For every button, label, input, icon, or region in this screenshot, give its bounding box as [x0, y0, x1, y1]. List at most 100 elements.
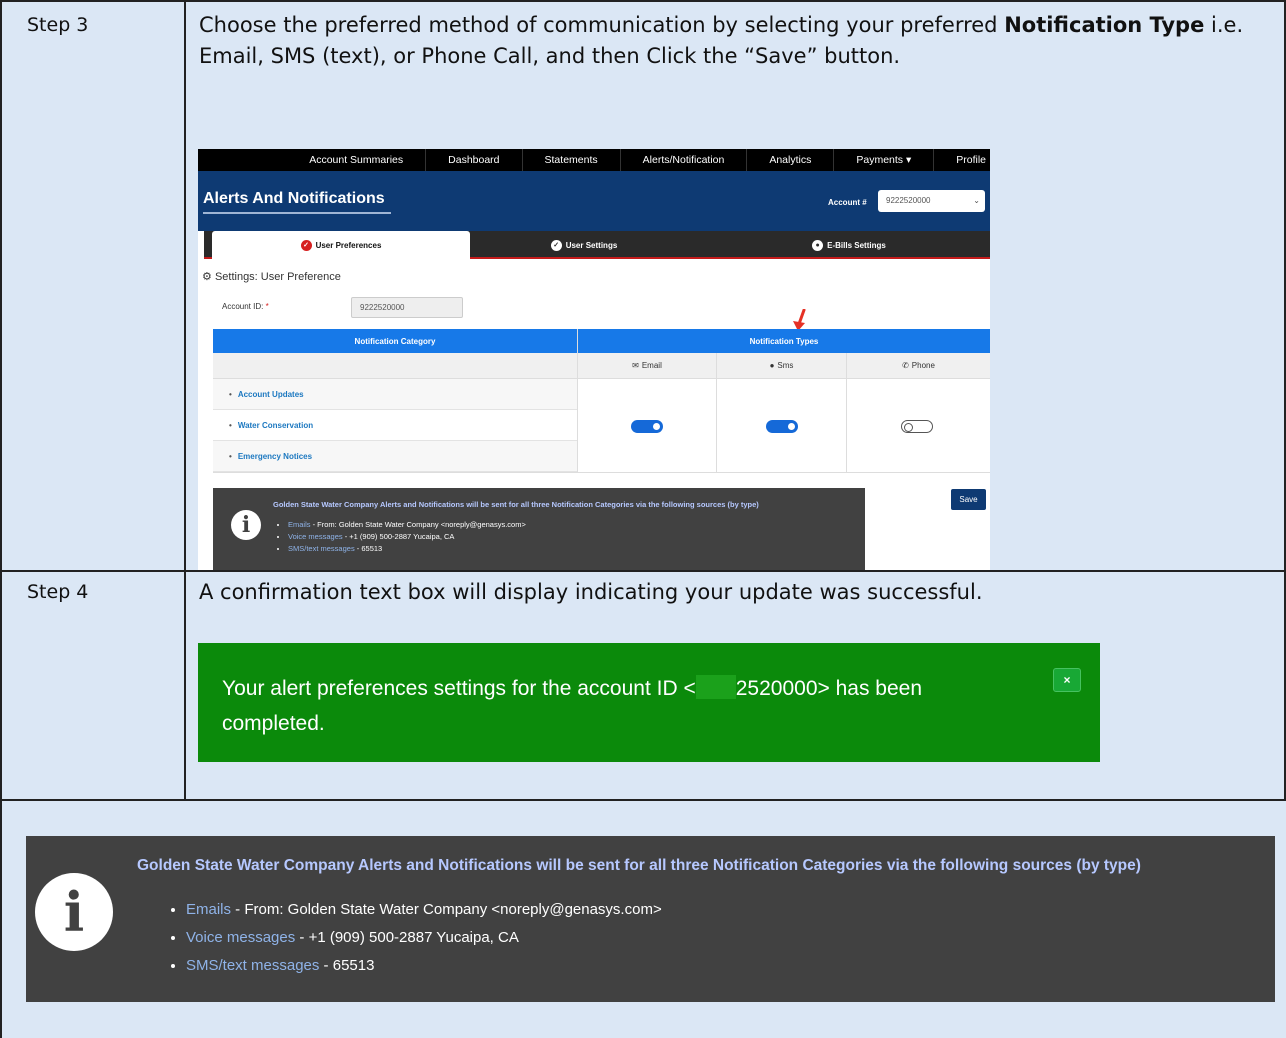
category-subheader	[213, 353, 577, 379]
check-circle-icon: ✓	[550, 239, 562, 251]
table-row-divider	[0, 570, 1286, 572]
nav-item[interactable]: Account Summaries	[287, 149, 425, 171]
envelope-icon: ✉	[632, 361, 639, 370]
gear-icon: ⚙	[202, 271, 212, 283]
bullet: •	[229, 451, 232, 461]
confirmation-alert: Your alert preferences settings for the …	[198, 643, 1100, 762]
table-column-divider	[184, 0, 186, 800]
tab-user-preferences[interactable]: ✓ User Preferences	[212, 231, 470, 259]
tab-ebills-settings[interactable]: ● E-Bills Settings	[784, 231, 914, 259]
step-instruction: Choose the preferred method of communica…	[199, 10, 1269, 72]
info-link[interactable]: Emails	[186, 901, 231, 918]
tab-user-settings[interactable]: ✓ User Settings	[524, 231, 644, 259]
nav-item[interactable]: Analytics	[746, 149, 833, 171]
table-border-left	[0, 0, 2, 1038]
info-text: - 65513	[354, 544, 383, 553]
account-id-label: Account ID: *	[222, 302, 269, 311]
info-link[interactable]: Emails	[288, 520, 311, 529]
chat-bubble-icon: ●	[769, 361, 775, 370]
column-divider	[846, 353, 847, 472]
category-label: Water Conservation	[237, 420, 314, 430]
category-label: Account Updates	[237, 389, 304, 399]
sms-column-header: ● Sms	[717, 353, 846, 379]
category-item[interactable]: • Emergency Notices	[213, 441, 577, 472]
info-text: - From: Golden State Water Company <nore…	[310, 520, 526, 529]
info-link[interactable]: SMS/text messages	[288, 544, 355, 553]
account-select-value: 9222520000	[886, 196, 931, 205]
info-item: Voice messages - +1 (909) 500-2887 Yucai…	[288, 531, 526, 543]
page-header: Alerts And Notifications Account # 92225…	[198, 171, 990, 231]
info-item: Emails - From: Golden State Water Compan…	[186, 896, 662, 924]
step-label: Step 3	[27, 14, 89, 36]
nav-item[interactable]: Profile	[933, 149, 990, 171]
column-divider	[716, 353, 717, 472]
check-circle-icon: ✓	[300, 239, 312, 251]
types-header: Notification Types	[578, 329, 990, 353]
tab-label: User Preferences	[315, 240, 382, 250]
email-column-header: ✉ Email	[578, 353, 716, 379]
info-item: Voice messages - +1 (909) 500-2887 Yucai…	[186, 924, 662, 952]
category-label: Emergency Notices	[237, 451, 313, 461]
tab-label: User Settings	[565, 240, 618, 250]
info-panel-large: i Golden State Water Company Alerts and …	[26, 836, 1275, 1002]
info-panel: i Golden State Water Company Alerts and …	[213, 488, 865, 570]
info-text: - +1 (909) 500-2887 Yucaipa, CA	[295, 929, 519, 946]
info-text: - From: Golden State Water Company <nore…	[231, 901, 662, 918]
category-item[interactable]: • Account Updates	[213, 379, 577, 410]
info-list: Emails - From: Golden State Water Compan…	[186, 896, 662, 980]
account-id-label-text: Account ID:	[222, 302, 264, 311]
save-button[interactable]: Save	[951, 489, 986, 510]
info-item: SMS/text messages - 65513	[186, 952, 662, 980]
info-title: Golden State Water Company Alerts and No…	[273, 500, 759, 509]
info-text: - 65513	[319, 957, 375, 974]
info-link[interactable]: Voice messages	[186, 929, 295, 946]
embedded-screenshot: Account Summaries Dashboard Statements A…	[198, 149, 990, 570]
required-marker: *	[265, 302, 269, 311]
confirmation-text: Your alert preferences settings for the …	[222, 677, 696, 700]
nav-item[interactable]: Payments ▾	[833, 149, 933, 171]
column-divider	[577, 329, 578, 472]
confirmation-message: Your alert preferences settings for the …	[222, 671, 1012, 741]
phone-toggle[interactable]	[901, 420, 933, 433]
account-id-field[interactable]: 9222520000	[351, 297, 463, 318]
phone-column-header: ✆ Phone	[847, 353, 990, 379]
info-icon: i	[231, 510, 261, 540]
info-item: Emails - From: Golden State Water Compan…	[288, 519, 526, 531]
info-link[interactable]: SMS/text messages	[186, 957, 319, 974]
column-label: Phone	[911, 361, 935, 370]
instruction-bold: Notification Type	[1004, 13, 1205, 37]
info-text: - +1 (909) 500-2887 Yucaipa, CA	[342, 532, 455, 541]
chevron-down-icon: ⌄	[973, 196, 980, 205]
table-border-top	[0, 0, 1286, 2]
column-label: Email	[641, 361, 662, 370]
column-label: Sms	[777, 361, 794, 370]
settings-heading: ⚙ Settings: User Preference	[202, 270, 341, 283]
tab-bar: ✓ User Preferences ✓ User Settings ● E-B…	[204, 231, 990, 259]
page-title: Alerts And Notifications	[203, 190, 391, 214]
account-select[interactable]: 9222520000 ⌄	[878, 190, 985, 212]
top-nav: Account Summaries Dashboard Statements A…	[198, 149, 990, 171]
instruction-text: Choose the preferred method of communica…	[199, 13, 1005, 37]
nav-item[interactable]: Dashboard	[425, 149, 521, 171]
bullet: •	[229, 389, 232, 399]
info-link[interactable]: Voice messages	[288, 532, 343, 541]
table-row-divider	[0, 799, 1286, 801]
phone-icon: ✆	[902, 361, 909, 370]
step-instruction: A confirmation text box will display ind…	[199, 580, 983, 604]
category-header: Notification Category	[213, 329, 577, 353]
redacted-mask	[695, 675, 736, 699]
info-list: Emails - From: Golden State Water Compan…	[288, 519, 526, 555]
nav-item[interactable]: Alerts/Notification	[619, 149, 747, 171]
close-icon[interactable]: ×	[1053, 668, 1081, 692]
table-bottom-line	[213, 472, 990, 473]
category-item[interactable]: • Water Conservation	[213, 410, 577, 441]
account-label: Account #	[828, 198, 867, 207]
tab-label: E-Bills Settings	[827, 240, 886, 250]
step-label: Step 4	[27, 581, 89, 603]
sms-toggle[interactable]	[766, 420, 798, 433]
email-toggle[interactable]	[631, 420, 663, 433]
bell-icon: ●	[812, 239, 824, 251]
nav-item[interactable]: Statements	[521, 149, 620, 171]
info-item: SMS/text messages - 65513	[288, 543, 526, 555]
info-title: Golden State Water Company Alerts and No…	[137, 857, 1141, 874]
